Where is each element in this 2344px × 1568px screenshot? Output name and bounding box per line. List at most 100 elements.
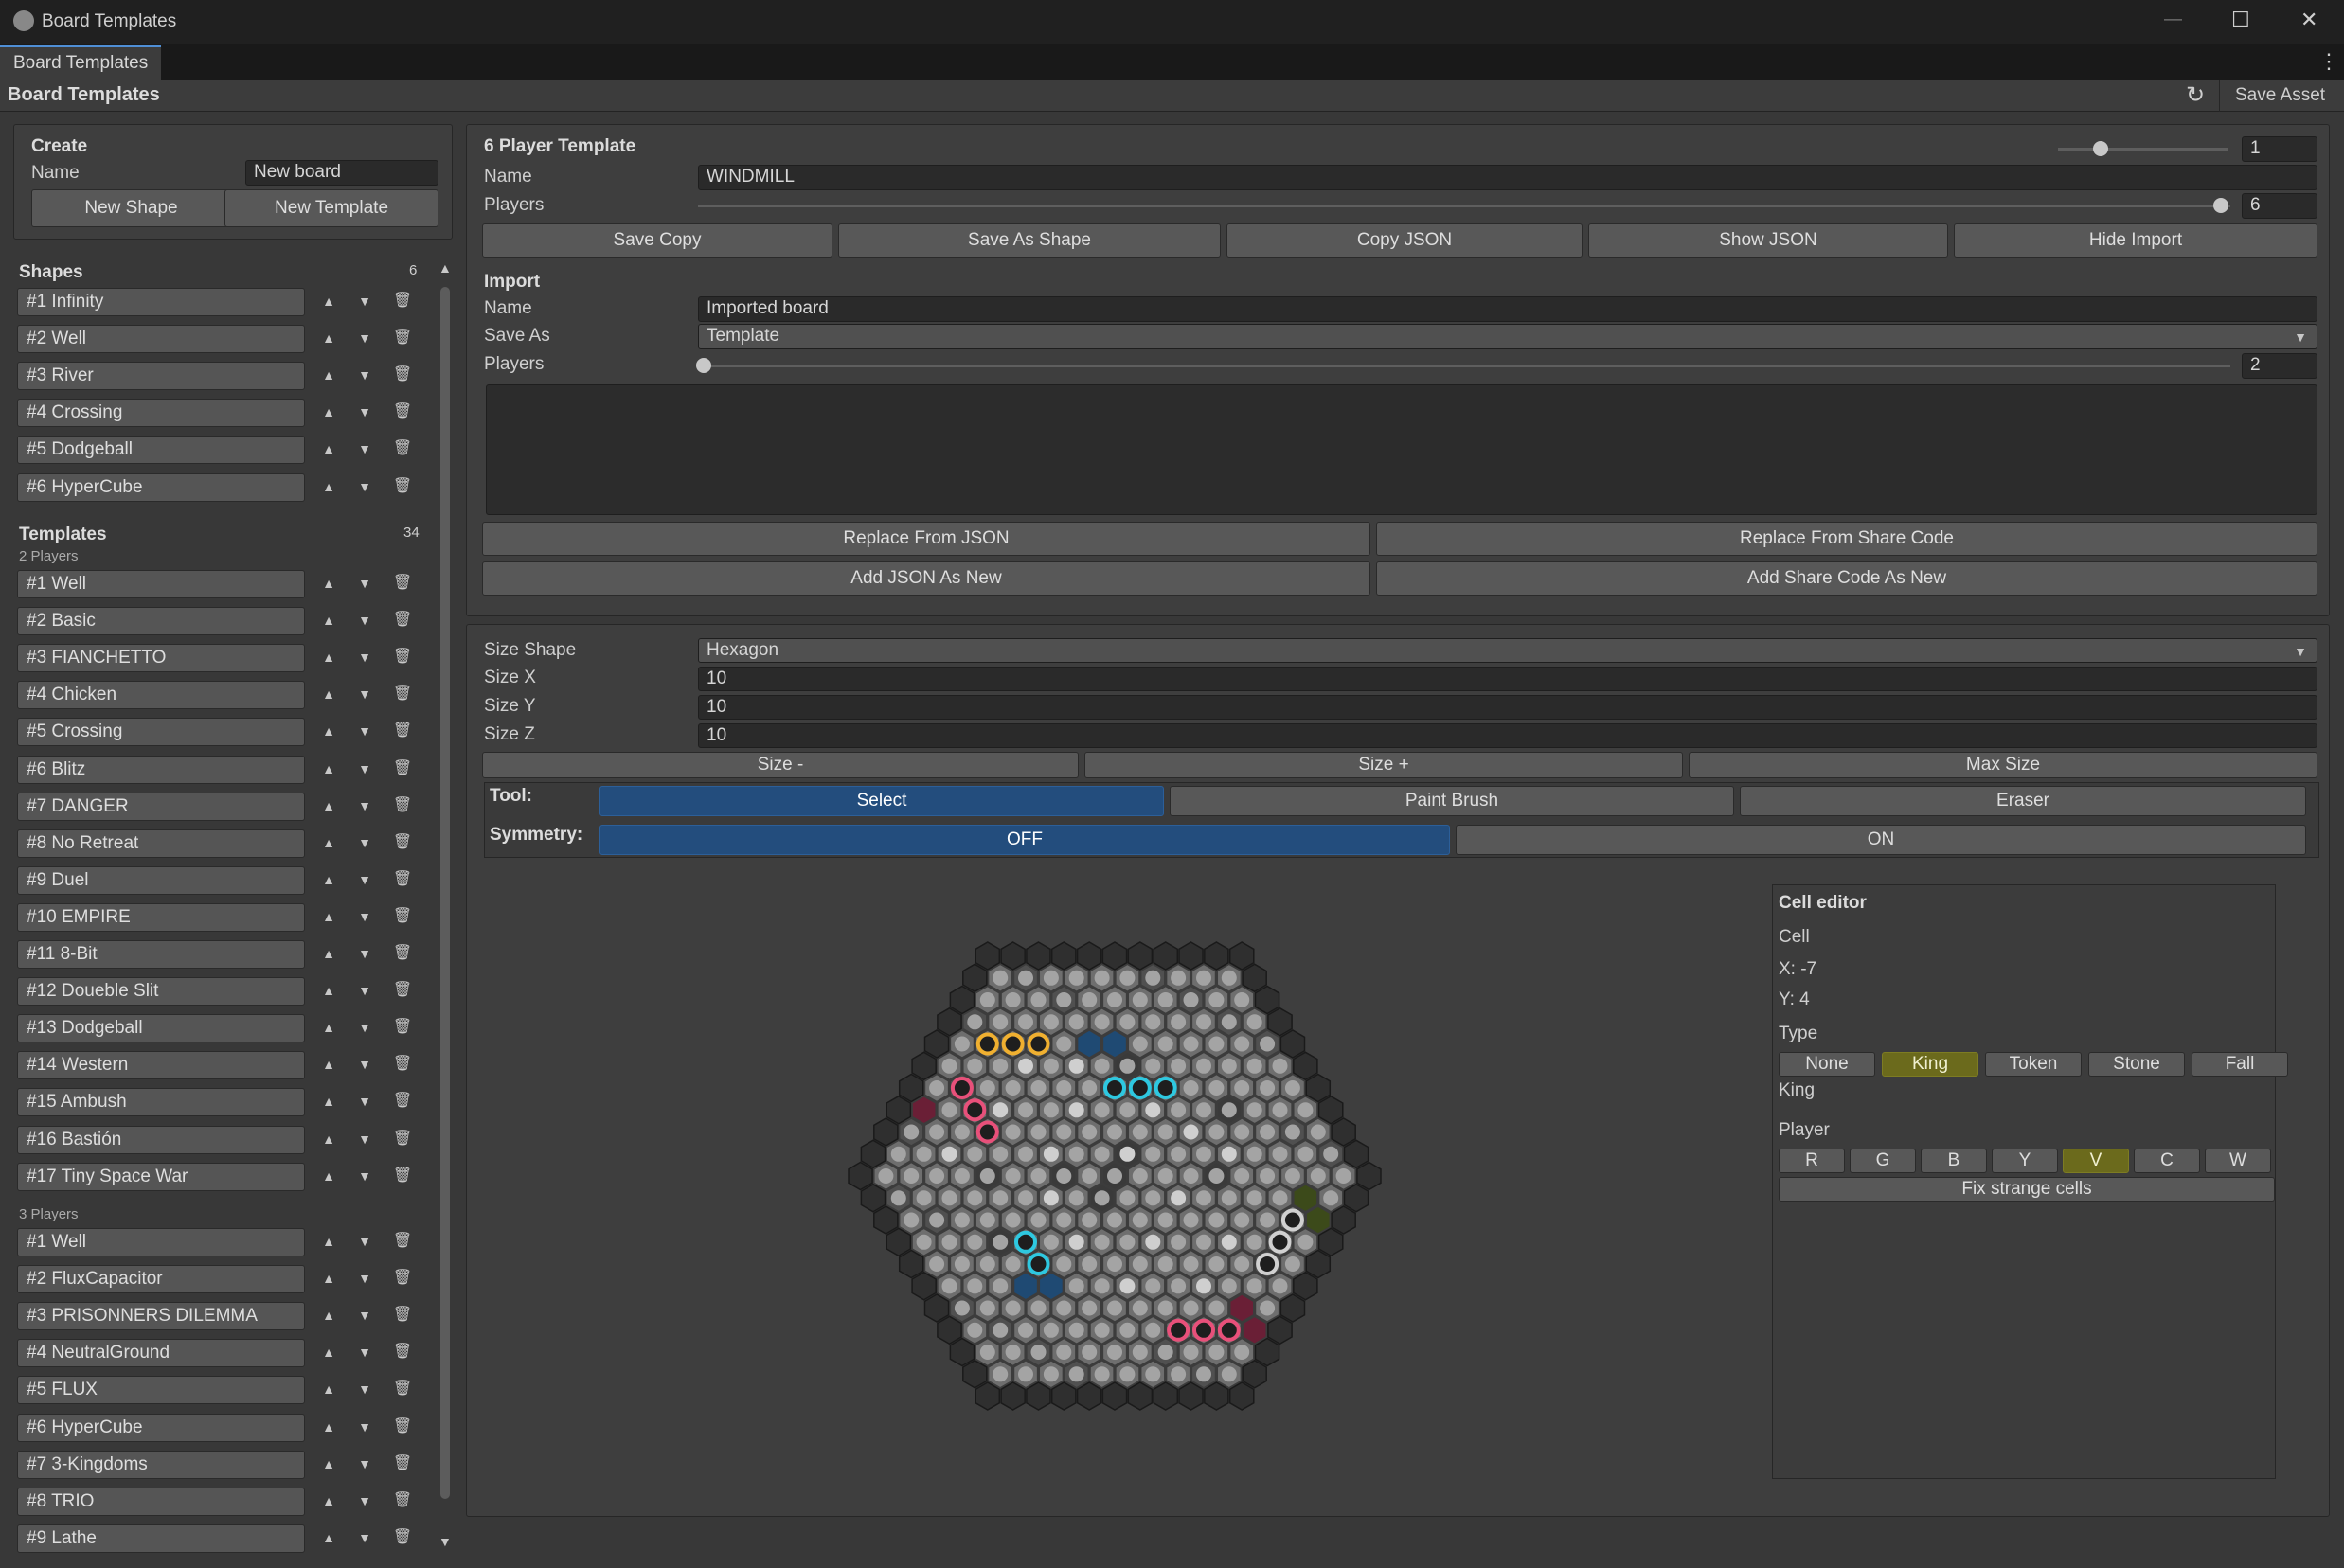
hide-import-button[interactable]: Hide Import — [1954, 223, 2317, 258]
import-players-knob[interactable] — [696, 358, 711, 373]
import-players-slider[interactable] — [696, 358, 2230, 373]
hex-cell[interactable] — [1204, 1381, 1229, 1411]
hex-cell[interactable] — [1331, 1205, 1356, 1235]
list-item[interactable]: #1 Infinity — [17, 288, 305, 316]
delete-icon[interactable]: 🗑 — [388, 362, 417, 390]
list-item[interactable]: #14 Western — [17, 1051, 305, 1080]
move-up-icon[interactable]: ▲ — [314, 1163, 343, 1191]
hex-cell[interactable] — [1242, 1315, 1267, 1345]
import-name-input[interactable]: Imported board — [698, 296, 2317, 322]
hex-cell[interactable] — [886, 1095, 912, 1125]
list-item[interactable]: #12 Doueble Slit — [17, 977, 305, 1007]
delete-icon[interactable]: 🗑 — [388, 288, 417, 316]
move-down-icon[interactable]: ▼ — [350, 1376, 379, 1404]
move-up-icon[interactable]: ▲ — [314, 793, 343, 821]
move-down-icon[interactable]: ▼ — [350, 1524, 379, 1553]
list-item[interactable]: #8 No Retreat — [17, 829, 305, 858]
list-item[interactable]: #3 PRISONNERS DILEMMA — [17, 1302, 305, 1331]
list-item[interactable]: #7 DANGER — [17, 792, 305, 821]
hex-cell[interactable] — [1178, 1381, 1204, 1411]
hex-cell[interactable] — [911, 1051, 937, 1081]
hex-cell[interactable] — [949, 985, 975, 1015]
list-item[interactable]: #13 Dodgeball — [17, 1014, 305, 1043]
move-up-icon[interactable]: ▲ — [314, 1451, 343, 1479]
move-down-icon[interactable]: ▼ — [350, 1451, 379, 1479]
list-item[interactable]: #5 Crossing — [17, 718, 305, 747]
type-button-token[interactable]: Token — [1985, 1052, 2082, 1077]
hex-cell[interactable] — [911, 1271, 937, 1301]
hex-cell[interactable] — [1101, 1381, 1128, 1411]
move-down-icon[interactable]: ▼ — [350, 1088, 379, 1116]
hex-cell[interactable] — [886, 1227, 912, 1257]
move-down-icon[interactable]: ▼ — [350, 1228, 379, 1256]
move-up-icon[interactable]: ▲ — [314, 1414, 343, 1442]
hex-cell[interactable] — [911, 1095, 937, 1125]
list-item[interactable]: #3 River — [17, 362, 305, 391]
move-up-icon[interactable]: ▲ — [314, 1302, 343, 1330]
move-up-icon[interactable]: ▲ — [314, 681, 343, 709]
add-json-as-new-button[interactable]: Add JSON As New — [482, 561, 1370, 596]
hex-cell[interactable] — [1254, 1337, 1280, 1367]
delete-icon[interactable]: 🗑 — [388, 1302, 417, 1330]
delete-icon[interactable]: 🗑 — [388, 1414, 417, 1442]
type-button-stone[interactable]: Stone — [2088, 1052, 2185, 1077]
move-up-icon[interactable]: ▲ — [314, 1265, 343, 1293]
list-item[interactable]: #10 EMPIRE — [17, 902, 305, 932]
move-up-icon[interactable]: ▲ — [314, 1228, 343, 1256]
list-scrollbar[interactable]: ▲ ▼ — [438, 260, 453, 1553]
delete-icon[interactable]: 🗑 — [388, 1488, 417, 1516]
list-item[interactable]: #4 Crossing — [17, 399, 305, 428]
list-item[interactable]: #15 Ambush — [17, 1088, 305, 1117]
hex-cell[interactable] — [962, 963, 988, 993]
import-json-textarea[interactable] — [486, 384, 2317, 515]
hex-cell[interactable] — [1026, 1381, 1051, 1411]
hex-cell[interactable] — [1127, 941, 1154, 971]
hex-cell[interactable] — [1050, 941, 1077, 971]
delete-icon[interactable]: 🗑 — [388, 940, 417, 969]
list-item[interactable]: #9 Duel — [17, 865, 305, 895]
hex-cell[interactable] — [860, 1139, 886, 1169]
move-down-icon[interactable]: ▼ — [350, 793, 379, 821]
list-item[interactable]: #1 Well — [17, 1228, 305, 1256]
hex-cell[interactable] — [898, 1073, 924, 1103]
hex-cell[interactable] — [1279, 1293, 1306, 1323]
move-down-icon[interactable]: ▼ — [350, 1163, 379, 1191]
delete-icon[interactable]: 🗑 — [388, 829, 417, 858]
more-icon[interactable]: ⋮ — [2318, 49, 2339, 74]
move-up-icon[interactable]: ▲ — [314, 866, 343, 895]
hex-cell[interactable] — [1228, 1381, 1255, 1411]
player-button-c[interactable]: C — [2134, 1149, 2200, 1173]
hex-cell[interactable] — [1293, 1271, 1318, 1301]
hex-cell[interactable] — [1305, 1073, 1332, 1103]
player-button-w[interactable]: W — [2205, 1149, 2271, 1173]
delete-icon[interactable]: 🗑 — [388, 1524, 417, 1553]
template-name-input[interactable]: WINDMILL — [698, 165, 2317, 190]
list-item[interactable]: #11 8-Bit — [17, 940, 305, 969]
close-icon[interactable]: ✕ — [2300, 8, 2317, 32]
type-button-king[interactable]: King — [1882, 1052, 1978, 1077]
hex-cell[interactable] — [1000, 941, 1026, 971]
hex-cell[interactable] — [975, 1381, 1001, 1411]
hex-cell[interactable] — [1000, 1381, 1026, 1411]
template-players-knob[interactable] — [2213, 198, 2228, 213]
move-down-icon[interactable]: ▼ — [350, 756, 379, 784]
move-up-icon[interactable]: ▲ — [314, 399, 343, 427]
maximize-icon[interactable]: ☐ — [2231, 8, 2250, 32]
move-down-icon[interactable]: ▼ — [350, 1414, 379, 1442]
hex-cell[interactable] — [1178, 941, 1204, 971]
move-down-icon[interactable]: ▼ — [350, 829, 379, 858]
hex-cell[interactable] — [1331, 1117, 1356, 1147]
hex-cell[interactable] — [975, 941, 1001, 971]
delete-icon[interactable]: 🗑 — [388, 570, 417, 598]
template-index-knob[interactable] — [2093, 141, 2108, 156]
move-up-icon[interactable]: ▲ — [314, 977, 343, 1006]
move-down-icon[interactable]: ▼ — [350, 718, 379, 746]
template-players-input[interactable]: 6 — [2242, 193, 2317, 219]
hex-cell[interactable] — [1101, 941, 1128, 971]
delete-icon[interactable]: 🗑 — [388, 1014, 417, 1042]
list-item[interactable]: #3 FIANCHETTO — [17, 644, 305, 673]
scrollbar-thumb[interactable] — [440, 287, 450, 1499]
hex-cell[interactable] — [1305, 1249, 1332, 1279]
list-item[interactable]: #16 Bastión — [17, 1125, 305, 1154]
move-up-icon[interactable]: ▲ — [314, 325, 343, 353]
